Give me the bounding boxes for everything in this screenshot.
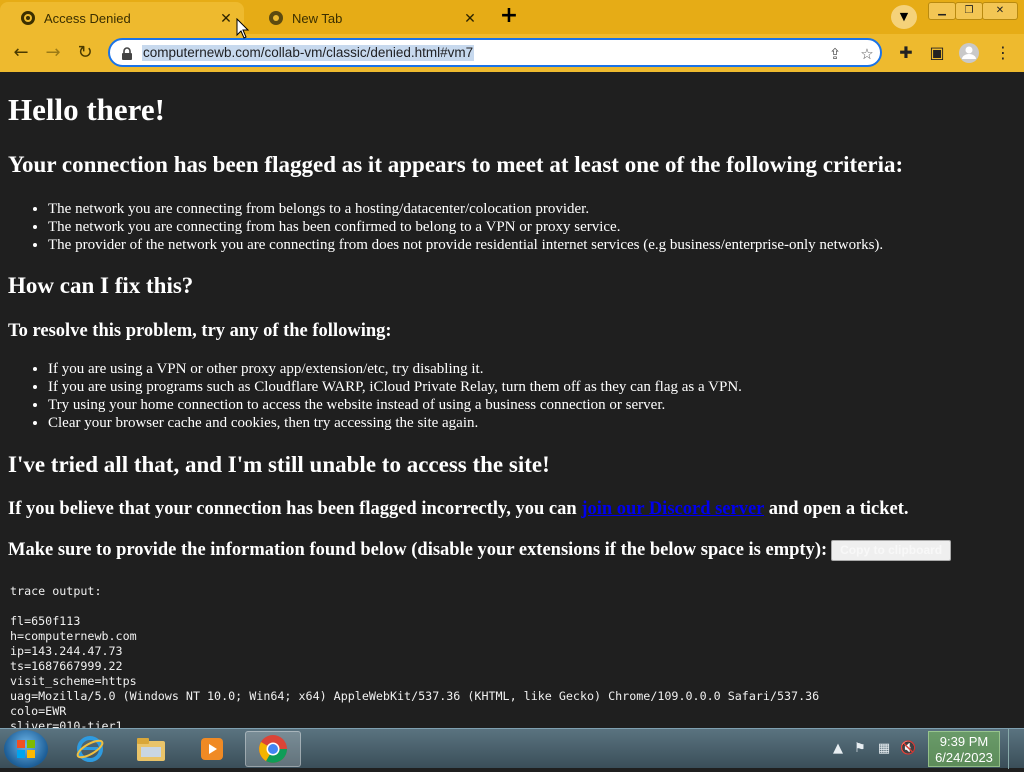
- back-arrow-icon[interactable]: ←: [8, 40, 34, 66]
- list-item: Try using your home connection to access…: [48, 396, 742, 414]
- profile-avatar-icon[interactable]: [958, 42, 980, 64]
- tab-title: Access Denied: [44, 10, 131, 26]
- flagged-heading: Your connection has been flagged as it a…: [8, 152, 904, 177]
- list-item: The network you are connecting from belo…: [48, 200, 883, 218]
- trace-line: colo=EWR: [10, 704, 67, 718]
- fix-heading: How can I fix this?: [8, 273, 194, 298]
- media-player-icon[interactable]: [184, 731, 240, 767]
- url-text[interactable]: computernewb.com/collab-vm/classic/denie…: [142, 45, 475, 61]
- browser-toolbar: ← → ↻ computernewb.com/collab-vm/classic…: [0, 34, 1024, 72]
- show-hidden-icons-icon[interactable]: ▲: [830, 741, 846, 757]
- trace-line: ip=143.244.47.73: [10, 644, 123, 658]
- close-tab-icon[interactable]: ✕: [462, 10, 478, 26]
- info-text: Make sure to provide the information fou…: [8, 540, 828, 560]
- incorrect-flag-text: If you believe that your connection has …: [8, 499, 909, 520]
- action-center-flag-icon[interactable]: ⚑: [852, 741, 868, 757]
- tab-search-chevron-icon[interactable]: ▼: [891, 5, 917, 29]
- criteria-list: The network you are connecting from belo…: [8, 200, 883, 254]
- list-item: If you are using programs such as Cloudf…: [48, 378, 742, 396]
- address-bar[interactable]: computernewb.com/collab-vm/classic/denie…: [108, 38, 882, 67]
- resolve-heading: To resolve this problem, try any of the …: [8, 321, 392, 341]
- bookmark-star-icon[interactable]: ☆: [858, 45, 876, 63]
- list-item: Clear your browser cache and cookies, th…: [48, 414, 742, 432]
- tab-new-tab[interactable]: New Tab ✕: [248, 2, 488, 34]
- list-item: The provider of the network you are conn…: [48, 236, 883, 254]
- discord-link[interactable]: join our Discord server: [581, 499, 764, 519]
- close-window-button[interactable]: ✕: [982, 2, 1018, 20]
- tab-strip: Access Denied ✕ New Tab ✕ + ▼ ▁ ❐ ✕: [0, 0, 1024, 34]
- new-tab-button[interactable]: +: [496, 5, 522, 29]
- maximize-button[interactable]: ❐: [955, 2, 983, 20]
- menu-kebab-icon[interactable]: ⋮: [992, 42, 1014, 64]
- fixes-list: If you are using a VPN or other proxy ap…: [8, 360, 742, 432]
- tab-title: New Tab: [292, 10, 343, 26]
- internet-explorer-icon[interactable]: [62, 731, 118, 767]
- incorrect-after: and open a ticket.: [768, 499, 909, 519]
- incorrect-before: If you believe that your connection has …: [8, 499, 577, 519]
- trace-line: visit_scheme=https: [10, 674, 137, 688]
- list-item: If you are using a VPN or other proxy ap…: [48, 360, 742, 378]
- side-panel-icon[interactable]: ▣: [926, 42, 948, 64]
- trace-line: ts=1687667999.22: [10, 659, 123, 673]
- share-icon[interactable]: ⇪: [826, 45, 844, 63]
- clock-date: 6/24/2023: [935, 750, 993, 765]
- page-content: Hello there! Your connection has been fl…: [0, 72, 1024, 728]
- tried-heading: I've tried all that, and I'm still unabl…: [8, 452, 550, 477]
- clock[interactable]: 9:39 PM 6/24/2023: [928, 731, 1000, 767]
- chrome-favicon-icon: [268, 10, 284, 26]
- trace-line: h=computernewb.com: [10, 629, 137, 643]
- lock-icon[interactable]: [120, 46, 134, 60]
- greeting-heading: Hello there!: [8, 92, 165, 127]
- volume-muted-icon[interactable]: 🔇: [900, 741, 916, 757]
- clock-time: 9:39 PM: [939, 734, 989, 749]
- copy-to-clipboard-button[interactable]: Copy to clipboard: [831, 540, 952, 562]
- tab-access-denied[interactable]: Access Denied ✕: [0, 2, 244, 34]
- show-desktop-button[interactable]: [1008, 729, 1024, 769]
- trace-line: fl=650f113: [10, 614, 81, 628]
- list-item: The network you are connecting from has …: [48, 218, 883, 236]
- close-tab-icon[interactable]: ✕: [218, 10, 234, 26]
- info-heading: Make sure to provide the information fou…: [8, 540, 952, 562]
- trace-line: sliver=010-tier1: [10, 719, 123, 728]
- windows-taskbar: ▲ ⚑ ▦ 🔇 9:39 PM 6/24/2023: [0, 728, 1024, 769]
- trace-label: trace output:: [10, 584, 102, 598]
- favicon-icon: [20, 10, 36, 26]
- file-explorer-icon[interactable]: [123, 731, 179, 767]
- trace-line: uag=Mozilla/5.0 (Windows NT 10.0; Win64;…: [10, 689, 820, 703]
- trace-output: trace output: fl=650f113 h=computernewb.…: [10, 584, 819, 728]
- reload-icon[interactable]: ↻: [72, 40, 98, 66]
- chrome-icon[interactable]: [245, 731, 301, 767]
- extensions-puzzle-icon[interactable]: ✚: [895, 42, 917, 64]
- network-icon[interactable]: ▦: [876, 741, 892, 757]
- forward-arrow-icon[interactable]: →: [40, 40, 66, 66]
- start-button[interactable]: [4, 730, 48, 768]
- minimize-button[interactable]: ▁: [928, 2, 956, 20]
